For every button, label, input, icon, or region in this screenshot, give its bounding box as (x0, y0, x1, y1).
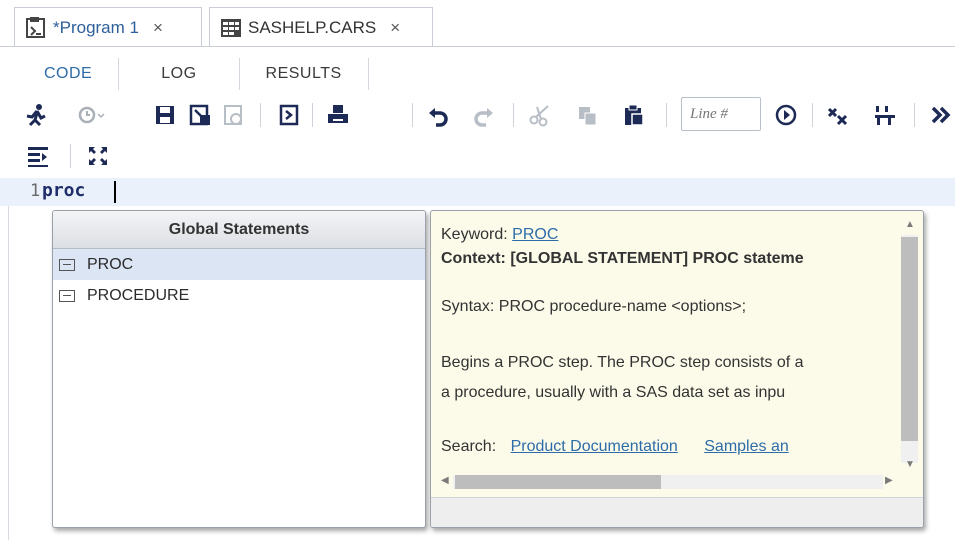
tab-log[interactable]: LOG (119, 58, 240, 90)
description-line: Begins a PROC step. The PROC step consis… (441, 354, 804, 371)
maximize-icon[interactable] (86, 144, 110, 168)
autocomplete-header: Global Statements (53, 211, 425, 249)
list-item-label: PROCEDURE (87, 286, 190, 304)
scroll-right-icon[interactable]: ▶ (885, 475, 893, 486)
scroll-down-icon[interactable]: ▼ (905, 459, 915, 470)
close-icon[interactable]: × (153, 18, 163, 38)
product-documentation-link[interactable]: Product Documentation (511, 438, 678, 455)
line-number: 1 (30, 181, 41, 201)
cut-icon[interactable] (528, 103, 552, 127)
search-line: Search: Product Documentation Samples an (441, 435, 899, 459)
scroll-thumb[interactable] (455, 475, 661, 489)
toolbar-separator (666, 103, 667, 127)
scroll-left-icon[interactable]: ◀ (441, 475, 449, 486)
tab-title: SASHELP.CARS (248, 17, 377, 37)
scroll-thumb[interactable] (901, 237, 918, 441)
tab-code[interactable]: CODE (18, 58, 120, 90)
toolbar-separator (914, 103, 915, 127)
toolbar-separator (70, 144, 71, 168)
toolbar-separator (412, 103, 413, 127)
list-item[interactable]: PROC (53, 249, 425, 280)
tab-sashelp-cars[interactable]: SASHELP.CARS × (209, 7, 433, 47)
current-line-highlight (0, 178, 955, 206)
table-icon (220, 17, 242, 39)
vertical-scrollbar[interactable]: ▲ ▼ (900, 215, 920, 477)
clear-icon[interactable] (826, 103, 850, 127)
history-icon[interactable] (76, 103, 105, 127)
tab-title: *Program 1 (53, 17, 139, 37)
statement-icon (59, 258, 75, 271)
keyword-line: Keyword: PROC (441, 223, 899, 247)
run-icon[interactable] (24, 103, 48, 127)
scroll-up-icon[interactable]: ▲ (905, 219, 915, 230)
save-local-icon[interactable] (222, 103, 246, 127)
code-toolbar-secondary (0, 138, 955, 174)
copy-icon[interactable] (576, 103, 600, 127)
text-cursor (114, 181, 116, 203)
description-line: a procedure, usually with a SAS data set… (441, 384, 786, 401)
toolbar-separator (260, 103, 261, 127)
more-icon[interactable] (930, 103, 954, 127)
toolbar-separator (513, 103, 514, 127)
info-footer (431, 497, 923, 527)
tab-program-1[interactable]: *Program 1 × (14, 7, 202, 47)
format-code-icon[interactable] (873, 103, 897, 127)
close-icon[interactable]: × (390, 18, 400, 38)
list-item-label: PROC (87, 255, 134, 273)
search-label: Search: (441, 438, 497, 455)
statement-icon (59, 289, 75, 302)
editor-left-border (8, 206, 9, 540)
code-text[interactable]: proc (42, 180, 85, 201)
toolbar-separator (312, 103, 313, 127)
autocomplete-list[interactable]: Global Statements PROC PROCEDURE (52, 210, 426, 528)
tabs-divider (0, 46, 955, 47)
export-icon[interactable] (278, 103, 302, 127)
list-icon[interactable] (26, 144, 50, 168)
info-content: Keyword: PROC Context: [GLOBAL STATEMENT… (441, 223, 899, 459)
undo-icon[interactable] (426, 103, 450, 127)
keyword-link[interactable]: PROC (512, 226, 558, 243)
list-item[interactable]: PROCEDURE (53, 280, 425, 311)
print-icon[interactable] (326, 103, 350, 127)
context-line: Context: [GLOBAL STATEMENT] PROC stateme (441, 250, 804, 267)
horizontal-scrollbar[interactable]: ◀ ▶ (437, 473, 899, 493)
code-toolbar (0, 95, 955, 135)
toolbar-separator (812, 103, 813, 127)
goto-line-icon[interactable] (774, 103, 798, 127)
save-icon[interactable] (153, 103, 177, 127)
redo-icon[interactable] (472, 103, 496, 127)
tab-results[interactable]: RESULTS (240, 58, 369, 90)
view-tabs: CODE LOG RESULTS (18, 58, 369, 90)
program-file-icon (25, 16, 47, 39)
syntax-line: Syntax: PROC procedure-name <options>; (441, 298, 747, 315)
keyword-label: Keyword: (441, 226, 508, 243)
samples-link[interactable]: Samples an (704, 438, 789, 455)
paste-icon[interactable] (622, 103, 646, 127)
document-tabs: *Program 1 × SASHELP.CARS × (0, 0, 955, 48)
save-as-icon[interactable] (188, 103, 212, 127)
keyword-info-panel: Keyword: PROC Context: [GLOBAL STATEMENT… (430, 210, 924, 528)
line-number-input[interactable] (681, 97, 761, 131)
